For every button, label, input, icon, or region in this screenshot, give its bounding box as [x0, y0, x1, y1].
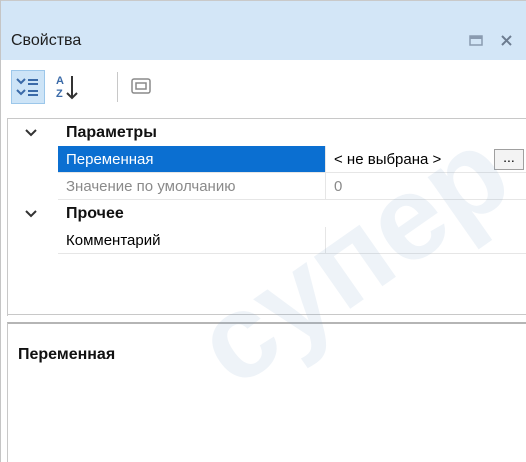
category-label: Параметры	[66, 124, 157, 141]
property-pages-button[interactable]	[125, 70, 159, 104]
property-row-variable[interactable]: Переменная < не выбрана > ...	[8, 146, 526, 173]
category-label: Прочее	[66, 205, 124, 222]
svg-text:Z: Z	[56, 88, 63, 100]
property-row-comment[interactable]: Комментарий	[8, 227, 526, 254]
property-pages-icon	[125, 78, 157, 106]
description-pane: Переменная	[7, 322, 526, 462]
window-restore-icon[interactable]	[467, 31, 485, 49]
properties-toolbar: A Z	[1, 60, 526, 120]
categorized-list-icon	[12, 78, 44, 107]
grid-empty-area	[8, 281, 526, 315]
property-value-cell[interactable]	[326, 227, 526, 254]
close-icon[interactable]	[498, 31, 516, 49]
browse-button[interactable]: ...	[494, 149, 524, 170]
panel-title: Свойства	[11, 32, 82, 49]
property-grid: Параметры Переменная < не выбрана > ... …	[7, 118, 526, 316]
row-gutter	[8, 146, 58, 173]
sort-az-icon: A Z	[49, 75, 81, 108]
category-row-other[interactable]: Прочее	[8, 200, 526, 227]
category-row-parameters[interactable]: Параметры	[8, 119, 526, 146]
description-title: Переменная	[18, 346, 116, 363]
property-value-cell[interactable]: 0	[326, 173, 526, 200]
row-gutter	[8, 227, 58, 254]
chevron-down-icon[interactable]	[24, 126, 38, 140]
svg-text:A: A	[56, 75, 64, 87]
properties-panel: Свойства A Z Параметры Переменная < не в…	[0, 0, 526, 462]
property-row-default-value[interactable]: Значение по умолчанию 0	[8, 173, 526, 200]
alphabetical-sort-button[interactable]: A Z	[49, 70, 83, 104]
categorized-view-button[interactable]	[11, 70, 45, 104]
row-gutter	[8, 173, 58, 200]
chevron-down-icon[interactable]	[24, 207, 38, 221]
property-name-cell[interactable]: Переменная	[58, 146, 326, 173]
panel-title-bar[interactable]: Свойства	[1, 0, 526, 60]
property-name-cell[interactable]: Значение по умолчанию	[58, 173, 326, 200]
property-name-cell[interactable]: Комментарий	[58, 227, 326, 254]
toolbar-separator	[117, 72, 118, 102]
